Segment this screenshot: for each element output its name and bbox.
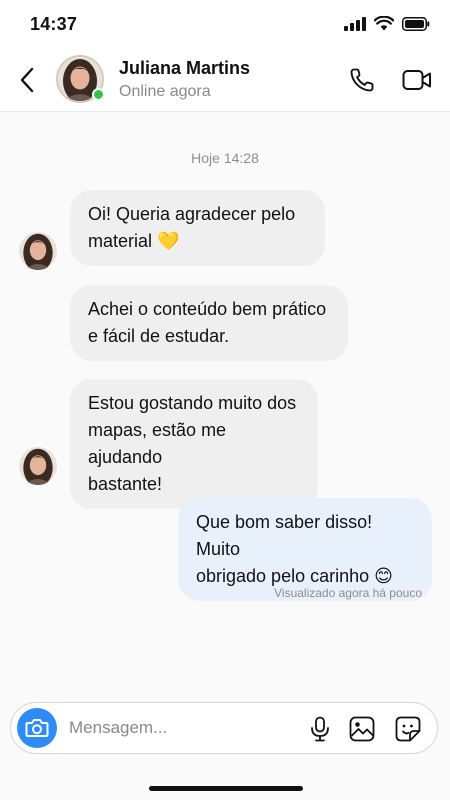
- message-bubble-incoming[interactable]: Achei o conteúdo bem prático e fácil de …: [70, 285, 348, 361]
- message-composer: [10, 702, 438, 754]
- status-icons: [344, 16, 430, 31]
- voice-call-button[interactable]: [348, 66, 376, 94]
- message-bubble-incoming[interactable]: Estou gostando muito dos mapas, estão me…: [70, 379, 318, 509]
- chat-thread[interactable]: Hoje 14:28 Oi! Queria agradecer pelo mat…: [0, 113, 450, 693]
- contact-avatar[interactable]: [56, 55, 105, 103]
- wifi-icon: [374, 16, 394, 31]
- message-bubble-incoming[interactable]: Oi! Queria agradecer pelo material 💛: [70, 190, 325, 266]
- date-separator: Hoje 14:28: [191, 150, 259, 166]
- video-camera-icon: [402, 70, 431, 90]
- battery-icon: [402, 16, 430, 31]
- home-indicator[interactable]: [149, 786, 303, 791]
- phone-icon: [350, 68, 374, 92]
- avatar-photo-icon: [19, 232, 57, 270]
- video-call-button[interactable]: [402, 68, 432, 92]
- back-arrow-icon: [20, 67, 34, 93]
- message-input[interactable]: [69, 715, 289, 741]
- gallery-button[interactable]: [349, 716, 375, 742]
- camera-button[interactable]: [17, 708, 57, 748]
- seen-status: Visualizado agora há pouco: [274, 586, 422, 600]
- sender-avatar[interactable]: [19, 447, 57, 485]
- status-bar: 14:37: [0, 0, 450, 48]
- camera-icon: [25, 719, 49, 737]
- contact-status: Online agora: [119, 83, 211, 100]
- microphone-icon: [311, 716, 329, 742]
- sticker-button[interactable]: [395, 716, 421, 742]
- gallery-icon: [349, 716, 375, 742]
- signal-icon: [344, 16, 366, 31]
- voice-message-button[interactable]: [309, 716, 331, 742]
- sender-avatar[interactable]: [19, 232, 57, 270]
- contact-name[interactable]: Juliana Martins: [119, 58, 250, 79]
- sticker-icon: [395, 716, 421, 742]
- back-button[interactable]: [16, 66, 40, 94]
- chat-header: Juliana Martins Online agora: [0, 48, 450, 112]
- status-time: 14:37: [30, 14, 78, 34]
- avatar-photo-icon: [19, 447, 57, 485]
- online-indicator: [92, 88, 105, 101]
